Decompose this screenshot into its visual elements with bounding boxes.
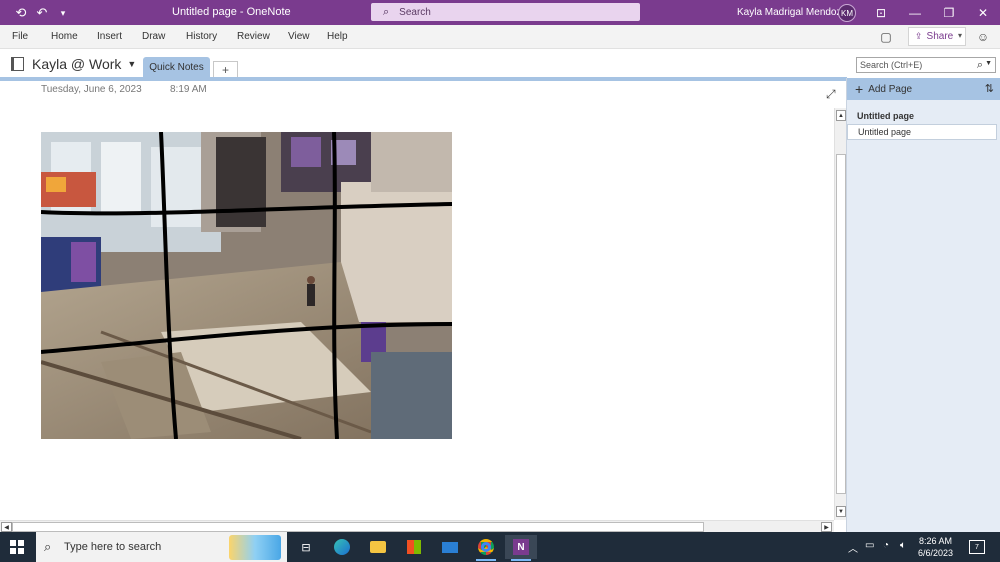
microsoft-store-icon[interactable] <box>398 535 430 559</box>
horizontal-scrollbar[interactable]: ◀ ▶ <box>0 520 834 532</box>
tab-home[interactable]: Home <box>51 31 78 42</box>
clock-date: 6/6/2023 <box>918 548 954 558</box>
notebook-name: Kayla @ Work <box>32 56 122 72</box>
tab-draw[interactable]: Draw <box>142 31 165 42</box>
vertical-scroll-thumb[interactable] <box>836 154 846 494</box>
add-page-label: Add Page <box>868 83 913 95</box>
window-title: Untitled page - OneNote <box>172 6 291 18</box>
sort-icon[interactable]: ⇅ <box>985 82 994 95</box>
search-input[interactable]: ⌕ Search <box>371 3 640 21</box>
page-item[interactable]: Untitled page <box>847 108 997 124</box>
search-icon: ⌕ <box>44 539 52 554</box>
search-highlight-image <box>229 535 281 560</box>
chrome-icon[interactable] <box>470 535 502 561</box>
notebook-search-input[interactable]: Search (Ctrl+E) ⌕ ▼ <box>856 57 996 73</box>
taskbar: ⌕ Type here to search ⊟ N ︿ ▭ ◔ 🔈︎ 8:26 … <box>0 532 1000 562</box>
plus-icon: + <box>855 81 864 97</box>
search-icon[interactable]: ⌕ <box>977 59 983 72</box>
photo-with-ink-grid[interactable] <box>41 132 452 439</box>
quick-access-dropdown-icon[interactable]: ▾ <box>52 2 74 24</box>
mail-icon[interactable] <box>434 535 466 559</box>
restore-button[interactable]: ❐ <box>932 0 966 25</box>
notebook-search-placeholder: Search (Ctrl+E) <box>860 60 923 70</box>
edge-icon[interactable] <box>326 535 358 559</box>
battery-icon[interactable]: ▭ <box>865 540 874 551</box>
notebook-bar: Kayla @ Work ▼ Quick Notes + Search (Ctr… <box>0 49 1000 78</box>
tab-view[interactable]: View <box>288 31 310 42</box>
ribbon-tabs: File Home Insert Draw History Review Vie… <box>0 25 1000 49</box>
undo-icon[interactable]: ↶ <box>31 2 53 24</box>
chevron-down-icon[interactable]: ▾ <box>958 31 962 40</box>
page-list-pane: + Add Page ⇅ Untitled page Untitled page <box>846 78 1000 532</box>
onenote-icon[interactable]: N <box>505 535 537 561</box>
close-button[interactable]: ✕ <box>966 0 1000 25</box>
scroll-down-icon[interactable]: ▼ <box>836 506 846 517</box>
expand-icon[interactable]: ⤢ <box>826 87 836 102</box>
feedback-icon[interactable]: ☺ <box>975 29 991 45</box>
horizontal-scroll-thumb[interactable] <box>12 522 704 532</box>
wifi-icon[interactable]: ◔ <box>883 540 889 551</box>
tab-quick-notes[interactable]: Quick Notes <box>143 57 210 78</box>
share-button[interactable]: ⇪ Share ▾ <box>908 27 966 46</box>
tab-file[interactable]: File <box>12 31 28 42</box>
scroll-right-icon[interactable]: ▶ <box>821 522 832 532</box>
share-label: Share <box>926 31 954 42</box>
task-view-icon[interactable]: ⊟ <box>290 535 322 559</box>
chevron-up-icon[interactable]: ︿ <box>848 540 858 555</box>
chevron-down-icon[interactable]: ▼ <box>985 60 992 67</box>
search-placeholder: Search <box>399 6 431 18</box>
sticky-notes-icon[interactable]: ▢ <box>878 29 894 45</box>
page-item[interactable]: Untitled page <box>847 124 997 140</box>
taskbar-search-placeholder: Type here to search <box>64 541 162 553</box>
clock-time: 8:26 AM <box>919 536 953 546</box>
photo-image <box>41 132 452 439</box>
tab-insert[interactable]: Insert <box>97 31 122 42</box>
page-date: Tuesday, June 6, 2023 <box>41 84 142 95</box>
add-page-button[interactable]: + Add Page ⇅ <box>847 78 1000 100</box>
search-icon: ⌕ <box>383 5 390 18</box>
ribbon-display-options-icon[interactable]: ⊡ <box>864 0 898 25</box>
user-name[interactable]: Kayla Madrigal Mendoza <box>737 7 847 18</box>
tab-history[interactable]: History <box>186 31 217 42</box>
add-section-button[interactable]: + <box>213 61 238 77</box>
chevron-down-icon: ▼ <box>127 59 137 69</box>
avatar[interactable]: KM <box>838 4 856 22</box>
system-clock[interactable]: 8:26 AM 6/6/2023 <box>918 535 953 559</box>
notebook-icon <box>11 57 24 71</box>
notebook-selector[interactable]: Kayla @ Work ▼ <box>11 56 136 72</box>
volume-icon[interactable]: 🔈︎ <box>900 540 906 551</box>
windows-start-icon[interactable] <box>10 540 24 554</box>
tab-review[interactable]: Review <box>237 31 270 42</box>
file-explorer-icon[interactable] <box>362 535 394 559</box>
tab-help[interactable]: Help <box>327 31 348 42</box>
scroll-up-icon[interactable]: ▲ <box>836 110 846 121</box>
scroll-left-icon[interactable]: ◀ <box>1 522 12 532</box>
page-time: 8:19 AM <box>170 84 207 95</box>
title-bar: ⟲ ↶ ▾ Untitled page - OneNote ⌕ Search K… <box>0 0 1000 25</box>
share-icon: ⇪ <box>915 31 923 41</box>
back-icon[interactable]: ⟲ <box>10 2 32 24</box>
vertical-scrollbar[interactable]: ▲ ▼ <box>834 108 846 520</box>
taskbar-search-input[interactable]: ⌕ Type here to search <box>36 532 287 562</box>
minimize-button[interactable]: — <box>898 0 932 25</box>
notification-icon[interactable]: 7 <box>969 540 985 554</box>
